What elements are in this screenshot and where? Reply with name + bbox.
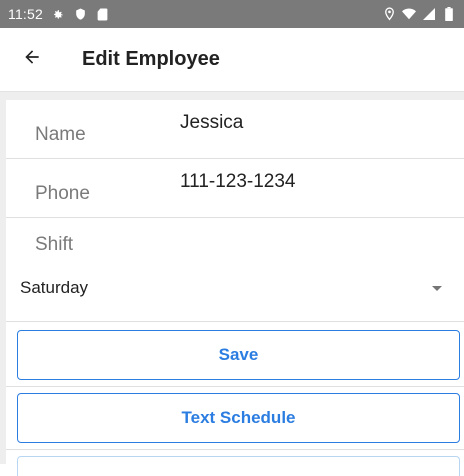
page-title: Edit Employee (82, 48, 220, 70)
shield-icon (73, 7, 87, 21)
divider (6, 386, 464, 387)
status-left: 11:52 (8, 6, 109, 22)
partial-button[interactable] (17, 456, 460, 476)
phone-label: Phone (35, 183, 90, 204)
battery-icon (442, 7, 456, 21)
divider (6, 449, 464, 450)
status-time: 11:52 (8, 6, 43, 22)
save-button[interactable]: Save (17, 330, 460, 380)
sd-card-icon (95, 7, 109, 21)
signal-icon (422, 7, 436, 21)
location-icon (382, 7, 396, 21)
arrow-left-icon (22, 47, 42, 72)
name-input[interactable] (180, 112, 450, 134)
shift-select[interactable]: Saturday (6, 268, 464, 322)
status-bar: 11:52 (0, 0, 464, 28)
shift-label: Shift (35, 234, 74, 255)
dropdown-caret-icon (432, 286, 442, 291)
content-area: Name Phone Shift Saturday Save Text Sche… (0, 92, 464, 476)
phone-row: Phone (6, 159, 464, 218)
name-row: Name (6, 100, 464, 159)
app-bar: Edit Employee (0, 28, 464, 92)
status-right (382, 7, 456, 21)
name-label: Name (35, 124, 86, 145)
shift-selected-value: Saturday (20, 278, 89, 297)
text-schedule-button[interactable]: Text Schedule (17, 393, 460, 443)
wifi-icon (402, 7, 416, 21)
phone-input[interactable] (180, 171, 450, 193)
back-button[interactable] (12, 40, 52, 80)
employee-form-card: Name Phone Shift Saturday Save Text Sche… (6, 100, 464, 476)
gear-icon (51, 7, 65, 21)
